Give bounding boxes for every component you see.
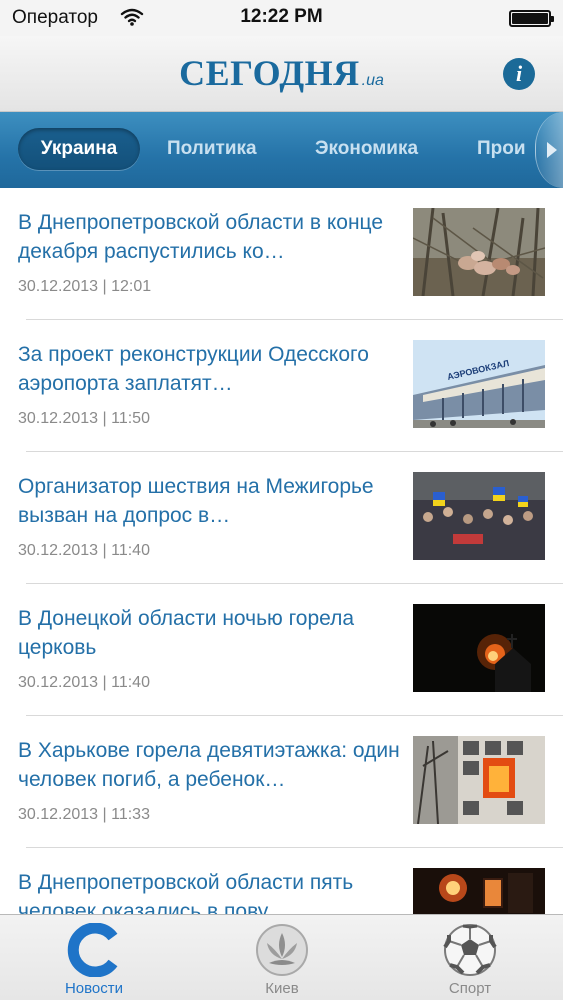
tab-bar-label: Новости — [64, 980, 124, 997]
tabs-scroll-button[interactable] — [535, 112, 563, 188]
news-thumbnail — [413, 736, 545, 824]
news-date: 30.12.2013 | 11:40 — [18, 542, 150, 559]
news-title: В Харькове горела девятиэтажка: один чел… — [18, 739, 400, 791]
info-icon: i — [515, 61, 523, 86]
news-date: 30.12.2013 | 11:40 — [18, 674, 150, 691]
app-header: СЕГОДНЯ .ua i — [0, 36, 563, 112]
soccer-ball-icon — [443, 924, 497, 976]
tab-economy[interactable]: Экономика — [315, 128, 418, 170]
logo-text: СЕГОДНЯ — [179, 53, 360, 93]
news-list: В Днепропетровской области в конце декаб… — [0, 188, 563, 914]
tab-bar-label: Киев — [265, 980, 299, 997]
news-item[interactable]: Организатор шествия на Межигорье вызван … — [0, 452, 563, 584]
news-date: 30.12.2013 | 11:33 — [18, 806, 150, 823]
news-thumbnail — [413, 604, 545, 692]
tab-bar-kyiv[interactable]: Киев — [188, 915, 376, 1000]
tab-incidents[interactable]: Прои — [477, 128, 526, 170]
news-title: В Днепропетровской области в конце декаб… — [18, 211, 384, 263]
battery-icon — [509, 10, 554, 27]
status-bar: Оператор 12:22 PM — [0, 0, 563, 36]
news-date: 30.12.2013 | 12:01 — [18, 278, 152, 295]
news-thumbnail: АЭРОВОКЗАЛ — [413, 340, 545, 428]
news-item[interactable]: В Донецкой области ночью горела церковь … — [0, 584, 563, 716]
logo-suffix: .ua — [361, 72, 384, 89]
news-item[interactable]: В Днепропетровской области в конце декаб… — [0, 188, 563, 320]
app-logo: СЕГОДНЯ .ua — [0, 52, 563, 94]
news-title: За проект реконструкции Одесского аэропо… — [18, 343, 369, 395]
app-screen: Оператор 12:22 PM СЕГОДНЯ .ua i Украина П… — [0, 0, 563, 1000]
news-title: В Днепропетровской области пять человек … — [18, 871, 354, 914]
tab-bar-news[interactable]: Новости — [0, 915, 188, 1000]
tab-politics[interactable]: Политика — [167, 128, 257, 170]
info-button[interactable]: i — [503, 58, 535, 90]
tab-ukraine[interactable]: Украина — [18, 128, 140, 170]
news-item[interactable]: В Харькове горела девятиэтажка: один чел… — [0, 716, 563, 848]
news-date: 30.12.2013 | 11:50 — [18, 410, 150, 427]
news-thumbnail — [413, 472, 545, 560]
news-item[interactable]: За проект реконструкции Одесского аэропо… — [0, 320, 563, 452]
news-item[interactable]: В Днепропетровской области пять человек … — [0, 848, 563, 914]
tab-bar-sport[interactable]: Спорт — [376, 915, 563, 1000]
chevron-right-icon — [547, 142, 557, 158]
news-c-icon — [67, 923, 118, 977]
kyiv-emblem-icon — [256, 924, 308, 976]
bottom-tab-bar: Новости Киев Спорт — [0, 914, 563, 1000]
news-thumbnail — [413, 208, 545, 296]
news-title: Организатор шествия на Межигорье вызван … — [18, 475, 374, 527]
category-tabs: Украина Политика Экономика Прои — [0, 112, 563, 188]
news-thumbnail — [413, 868, 545, 914]
tab-bar-label: Спорт — [448, 980, 492, 997]
status-time: 12:22 PM — [240, 6, 323, 27]
news-title: В Донецкой области ночью горела церковь — [18, 607, 355, 659]
